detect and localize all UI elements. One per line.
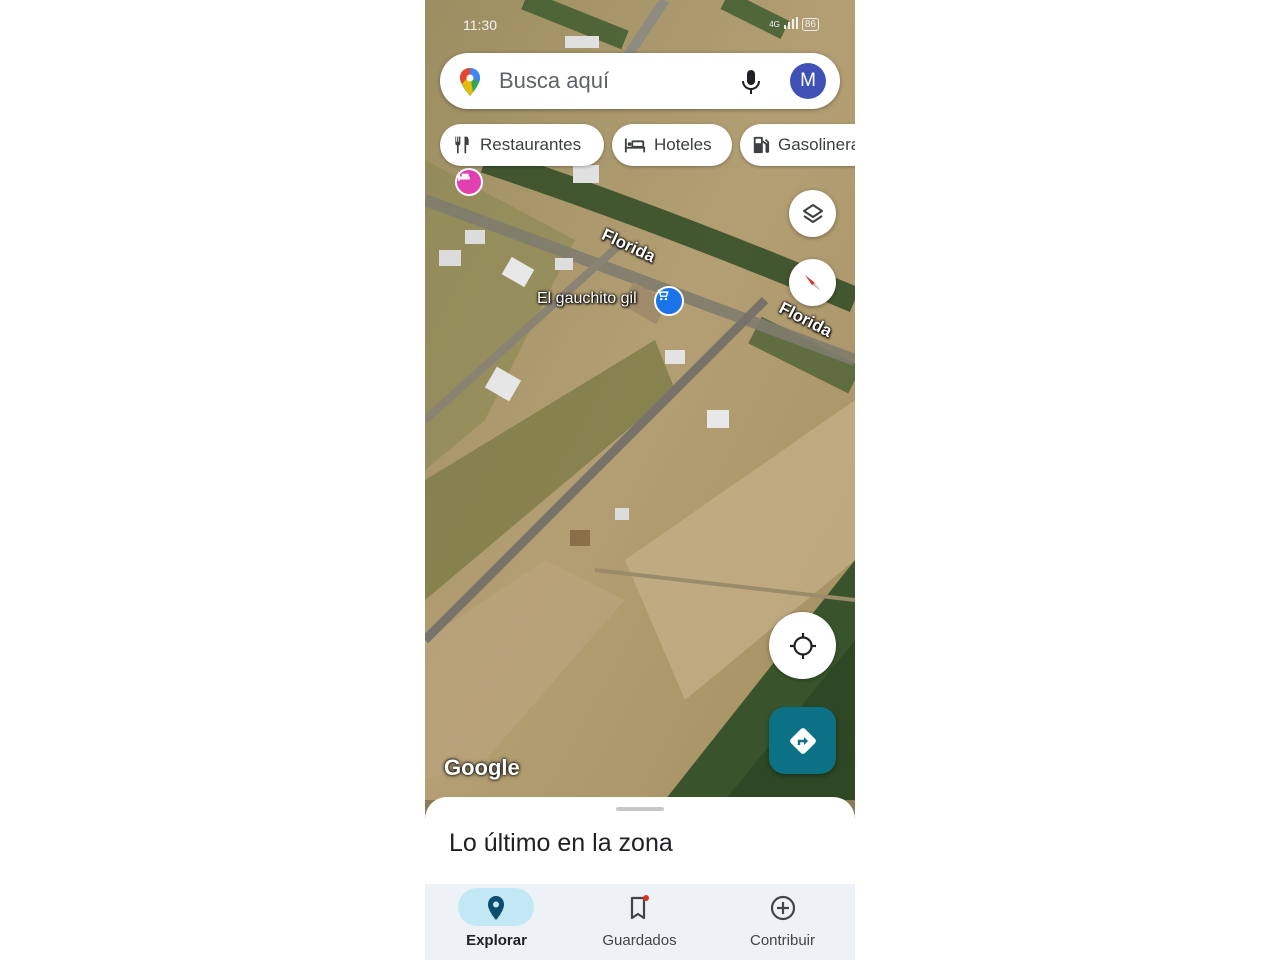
- chip-gasolineras[interactable]: Gasolineras: [740, 124, 855, 166]
- directions-button[interactable]: [769, 707, 836, 774]
- nav-item-guardados[interactable]: Guardados: [568, 884, 711, 960]
- network-label: 4G: [769, 19, 780, 29]
- satellite-map[interactable]: Florida Florida El gauchito gil Google: [425, 0, 855, 800]
- explore-pin-icon: [488, 896, 504, 920]
- add-circle-icon: [770, 895, 796, 921]
- restaurant-icon: [455, 136, 469, 154]
- layers-icon: [802, 203, 823, 223]
- chip-hoteles-label: Hoteles: [654, 135, 712, 154]
- battery-icon: 86: [801, 17, 819, 31]
- status-bar: 11:30 4G 86: [425, 14, 855, 36]
- chip-gasolineras-label: Gasolineras: [778, 135, 855, 154]
- status-time: 11:30: [463, 17, 497, 33]
- nav-item-explorar[interactable]: Explorar: [425, 884, 568, 960]
- signal-icon: [783, 16, 798, 32]
- microphone-icon[interactable]: [740, 69, 762, 100]
- nav-label-contribuir: Contribuir: [749, 932, 816, 949]
- avatar[interactable]: M: [790, 63, 826, 99]
- layers-button[interactable]: [789, 190, 836, 237]
- hotel-icon: [624, 138, 646, 153]
- compass-button[interactable]: [789, 259, 836, 306]
- sheet-drag-handle[interactable]: [616, 807, 664, 811]
- search-input[interactable]: Busca aquí: [499, 68, 609, 94]
- bookmark-icon: [630, 895, 649, 920]
- chip-restaurantes[interactable]: Restaurantes: [440, 124, 604, 166]
- chip-restaurantes-label: Restaurantes: [480, 135, 582, 154]
- compass-icon: [804, 274, 821, 291]
- google-attribution: Google: [444, 755, 520, 780]
- search-bar[interactable]: Busca aquí M: [440, 53, 840, 109]
- shopping-cart-icon[interactable]: [654, 286, 684, 316]
- phone-screen: Florida Florida El gauchito gil Google 1…: [425, 0, 855, 960]
- my-location-button[interactable]: [769, 612, 836, 679]
- hotel-pin-icon[interactable]: [455, 168, 483, 196]
- nav-label-guardados: Guardados: [602, 932, 677, 949]
- gas-station-icon: [753, 136, 770, 154]
- nav-label-explorar: Explorar: [466, 932, 527, 949]
- chip-hoteles[interactable]: Hoteles: [612, 124, 732, 166]
- place-label[interactable]: El gauchito gil: [537, 290, 637, 308]
- maps-pin-logo-icon: [458, 67, 482, 102]
- crosshair-icon: [789, 632, 816, 659]
- bottom-navigation: Explorar Guardados Contribuir: [425, 884, 855, 960]
- nav-item-contribuir[interactable]: Contribuir: [711, 884, 854, 960]
- sheet-title: Lo último en la zona: [449, 829, 673, 857]
- directions-icon: [789, 727, 816, 754]
- bottom-sheet[interactable]: Lo último en la zona: [425, 797, 855, 885]
